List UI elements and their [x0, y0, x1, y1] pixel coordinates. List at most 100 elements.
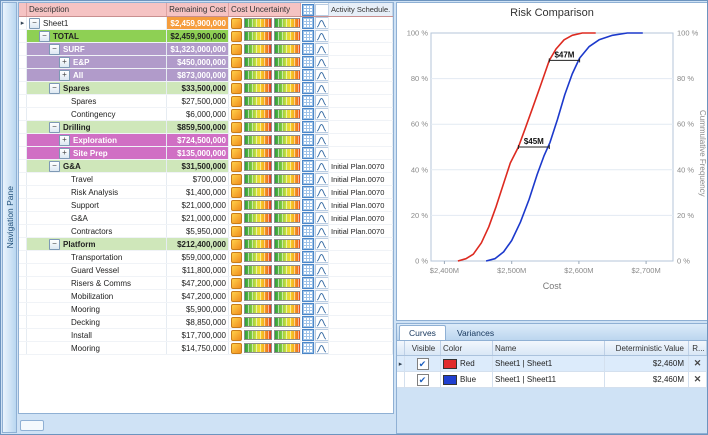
uncertainty-bar[interactable]	[274, 148, 301, 158]
collapse-icon[interactable]: −	[49, 161, 60, 172]
remaining-cost-cell[interactable]: $873,000,000	[167, 69, 229, 81]
remaining-cost-cell[interactable]: $33,500,000	[167, 82, 229, 94]
remaining-cost-cell[interactable]: $859,500,000	[167, 121, 229, 133]
grid-icon[interactable]	[302, 17, 314, 29]
tab-variances[interactable]: Variances	[447, 325, 504, 340]
grid-icon[interactable]	[302, 30, 314, 42]
distribution-icon[interactable]	[315, 95, 329, 107]
uncertainty-bar[interactable]	[274, 226, 301, 236]
remaining-cost-cell[interactable]: $27,500,000	[167, 95, 229, 107]
edit-icon[interactable]	[231, 200, 242, 211]
uncertainty-bar[interactable]	[244, 291, 272, 301]
edit-icon[interactable]	[231, 304, 242, 315]
distribution-icon[interactable]	[315, 121, 329, 133]
edit-icon[interactable]	[231, 109, 242, 120]
grid-icon[interactable]	[302, 134, 314, 146]
tree-row[interactable]: Mooring$5,900,000	[19, 303, 393, 316]
edit-icon[interactable]	[231, 96, 242, 107]
uncertainty-bar[interactable]	[274, 135, 301, 145]
uncertainty-bar[interactable]	[244, 18, 272, 28]
scrollbar-thumb[interactable]	[20, 420, 44, 431]
uncertainty-bar[interactable]	[244, 161, 272, 171]
tree-row[interactable]: ▸−Sheet1$2,459,900,000	[19, 17, 393, 30]
edit-icon[interactable]	[231, 317, 242, 328]
distribution-icon[interactable]	[315, 56, 329, 68]
grid-icon[interactable]	[302, 251, 314, 263]
curves-header-visible[interactable]: Visible	[405, 341, 441, 355]
uncertainty-bar[interactable]	[244, 200, 272, 210]
grid-icon[interactable]	[302, 43, 314, 55]
remaining-cost-cell[interactable]: $2,459,900,000	[167, 17, 229, 29]
uncertainty-bar[interactable]	[274, 343, 301, 353]
uncertainty-bar[interactable]	[244, 57, 272, 67]
distribution-icon[interactable]	[315, 277, 329, 289]
grid-icon[interactable]	[302, 82, 314, 94]
curves-header-color[interactable]: Color	[441, 341, 493, 355]
uncertainty-bar[interactable]	[244, 317, 272, 327]
grid-icon[interactable]	[302, 186, 314, 198]
grid-icon[interactable]	[302, 212, 314, 224]
curves-header-remove[interactable]: R...	[689, 341, 707, 355]
collapse-icon[interactable]: −	[29, 18, 40, 29]
distribution-icon[interactable]	[315, 173, 329, 185]
tree-row[interactable]: Transportation$59,000,000	[19, 251, 393, 264]
distribution-icon[interactable]	[315, 290, 329, 302]
remaining-cost-cell[interactable]: $2,459,900,000	[167, 30, 229, 42]
tree-row[interactable]: Install$17,700,000	[19, 329, 393, 342]
uncertainty-bar[interactable]	[244, 83, 272, 93]
tree-row[interactable]: −TOTAL$2,459,900,000	[19, 30, 393, 43]
curves-header-name[interactable]: Name	[493, 341, 605, 355]
remaining-cost-cell[interactable]: $212,400,000	[167, 238, 229, 250]
grid-icon[interactable]	[302, 173, 314, 185]
remaining-cost-cell[interactable]: $21,000,000	[167, 199, 229, 211]
edit-icon[interactable]	[231, 83, 242, 94]
edit-icon[interactable]	[231, 31, 242, 42]
tree-header-description[interactable]: Description	[27, 3, 167, 16]
uncertainty-bar[interactable]	[244, 109, 272, 119]
distribution-icon[interactable]	[315, 212, 329, 224]
grid-icon[interactable]	[302, 303, 314, 315]
remaining-cost-cell[interactable]: $47,200,000	[167, 290, 229, 302]
remaining-cost-cell[interactable]: $135,000,000	[167, 147, 229, 159]
remaining-cost-cell[interactable]: $14,750,000	[167, 342, 229, 354]
distribution-icon[interactable]	[315, 69, 329, 81]
tree-row[interactable]: Decking$8,850,000	[19, 316, 393, 329]
tree-row[interactable]: Guard Vessel$11,800,000	[19, 264, 393, 277]
uncertainty-bar[interactable]	[244, 330, 272, 340]
distribution-icon[interactable]	[315, 17, 329, 29]
distribution-icon[interactable]	[315, 160, 329, 172]
curves-table-row[interactable]: ✔BlueSheet1 | Sheet11$2,460M✕	[397, 372, 707, 388]
uncertainty-bar[interactable]	[274, 70, 301, 80]
expand-icon[interactable]: +	[59, 57, 70, 68]
grid-icon[interactable]	[302, 108, 314, 120]
grid-icon[interactable]	[302, 225, 314, 237]
navigation-pane[interactable]: Navigation Pane	[2, 2, 17, 433]
distribution-icon[interactable]	[315, 342, 329, 354]
tree-header-remaining-cost[interactable]: Remaining Cost	[167, 3, 229, 16]
tree-row[interactable]: Contingency$6,000,000	[19, 108, 393, 121]
edit-icon[interactable]	[231, 330, 242, 341]
distribution-icon[interactable]	[315, 238, 329, 250]
distribution-icon[interactable]	[315, 108, 329, 120]
grid-icon[interactable]	[302, 277, 314, 289]
tree-row[interactable]: Spares$27,500,000	[19, 95, 393, 108]
distribution-icon[interactable]	[315, 225, 329, 237]
curves-header-deterministic-value[interactable]: Deterministic Value	[605, 341, 689, 355]
uncertainty-bar[interactable]	[274, 265, 301, 275]
uncertainty-bar[interactable]	[244, 239, 272, 249]
uncertainty-bar[interactable]	[274, 83, 301, 93]
uncertainty-bar[interactable]	[274, 200, 301, 210]
expand-icon[interactable]: +	[59, 135, 70, 146]
uncertainty-bar[interactable]	[274, 161, 301, 171]
edit-icon[interactable]	[231, 252, 242, 263]
edit-icon[interactable]	[231, 18, 242, 29]
remaining-cost-cell[interactable]: $17,700,000	[167, 329, 229, 341]
uncertainty-bar[interactable]	[244, 44, 272, 54]
edit-icon[interactable]	[231, 174, 242, 185]
distribution-icon[interactable]	[315, 82, 329, 94]
visible-checkbox[interactable]: ✔	[417, 358, 429, 370]
distribution-icon[interactable]	[315, 264, 329, 276]
uncertainty-bar[interactable]	[244, 174, 272, 184]
grid-icon[interactable]	[302, 56, 314, 68]
distribution-icon[interactable]	[315, 199, 329, 211]
